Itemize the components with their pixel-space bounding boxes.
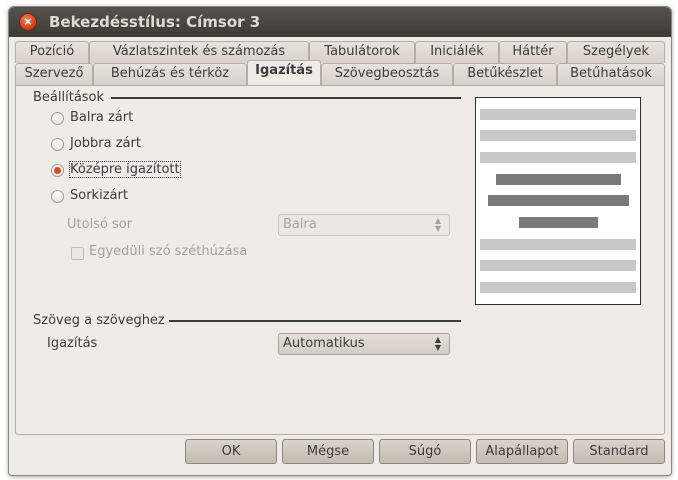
- tab-text-flow[interactable]: Szövegbeosztás: [321, 63, 453, 85]
- radio-left-label[interactable]: Balra zárt: [70, 110, 133, 125]
- options-group-title: Beállítások: [33, 90, 105, 105]
- text-align-select[interactable]: Automatikus ▲ ▼: [278, 333, 450, 355]
- preview-line-current: [519, 217, 598, 228]
- last-line-label: Utolsó sor: [67, 217, 133, 232]
- preview-line: [480, 282, 636, 293]
- window-title: Bekezdésstílus: Címsor 3: [49, 13, 261, 31]
- tab-tabs[interactable]: Tabulátorok: [309, 41, 415, 63]
- help-button[interactable]: Súgó: [379, 439, 471, 464]
- alignment-preview: [475, 97, 641, 305]
- preview-line: [480, 109, 636, 120]
- tab-font[interactable]: Betűkészlet: [453, 63, 557, 85]
- tab-borders[interactable]: Szegélyek: [567, 41, 665, 63]
- paragraph-style-dialog: × Bekezdésstílus: Címsor 3 Pozíció Vázla…: [8, 6, 672, 476]
- cancel-button[interactable]: Mégse: [282, 439, 374, 464]
- radio-justified-label[interactable]: Sorkizárt: [70, 188, 128, 203]
- text-align-label: Igazítás: [47, 336, 98, 351]
- preview-line: [480, 260, 636, 271]
- radio-center-label[interactable]: Középre igazított: [69, 161, 181, 178]
- options-group-line: [111, 97, 461, 99]
- spin-arrows-icon: ▲ ▼: [434, 216, 442, 233]
- text-to-text-group-line: [169, 320, 461, 322]
- tab-font-effects[interactable]: Betűhatások: [557, 63, 665, 85]
- preview-line-current: [496, 174, 621, 185]
- radio-right-label[interactable]: Jobbra zárt: [70, 136, 141, 151]
- radio-justified[interactable]: [51, 190, 64, 203]
- expand-single-word-label: Egyedüli szó széthúzása: [89, 244, 248, 259]
- standard-button[interactable]: Standard: [573, 439, 665, 464]
- preview-line: [480, 239, 636, 250]
- preview-line: [480, 152, 636, 163]
- ok-button[interactable]: OK: [185, 439, 277, 464]
- text-to-text-group-title: Szöveg a szöveghez: [33, 313, 165, 328]
- preview-line-current: [488, 195, 629, 206]
- expand-single-word-checkbox[interactable]: [71, 247, 84, 260]
- tab-indents-spacing[interactable]: Behúzás és térköz: [93, 63, 247, 85]
- last-line-select[interactable]: Balra ▲ ▼: [278, 214, 450, 236]
- radio-center[interactable]: [51, 164, 64, 177]
- spin-arrows-icon: ▲ ▼: [434, 335, 442, 352]
- tab-organizer[interactable]: Szervező: [15, 63, 93, 85]
- reset-button[interactable]: Alapállapot: [476, 439, 568, 464]
- close-icon[interactable]: ×: [19, 13, 37, 31]
- tab-alignment[interactable]: Igazítás: [247, 60, 321, 85]
- radio-left[interactable]: [51, 112, 64, 125]
- tab-background[interactable]: Háttér: [499, 41, 567, 63]
- text-align-value: Automatikus: [283, 336, 365, 351]
- preview-line: [480, 130, 636, 141]
- last-line-value: Balra: [283, 217, 317, 232]
- tab-position[interactable]: Pozíció: [15, 41, 89, 63]
- title-bar: × Bekezdésstílus: Címsor 3: [9, 7, 671, 37]
- radio-right[interactable]: [51, 138, 64, 151]
- tab-drop-caps[interactable]: Iniciálék: [415, 41, 499, 63]
